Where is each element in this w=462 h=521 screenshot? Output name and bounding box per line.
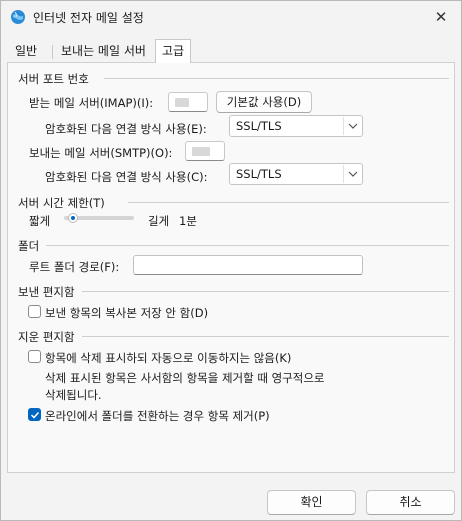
incoming-encryption-value: SSL/TLS (236, 119, 282, 133)
timeout-heading: 서버 시간 제한(T) (18, 196, 105, 210)
timeout-short-label: 짧게 (29, 214, 51, 228)
mark-deleted-note-line1: 삭제 표시된 항목은 사서함의 항목을 제거할 때 영구적으로 (45, 371, 325, 385)
settings-dialog: 인터넷 전자 메일 설정 ✕ 일반 보내는 메일 서버 고급 서버 포트 번호 … (0, 0, 462, 521)
divider (82, 291, 449, 292)
deleted-items-heading: 지운 편지함 (18, 330, 75, 344)
timeout-long-label: 길게 (148, 214, 170, 228)
close-icon: ✕ (434, 8, 448, 26)
window-title: 인터넷 전자 메일 설정 (33, 11, 144, 25)
outgoing-server-label: 보내는 메일 서버(SMTP)(O): (29, 146, 173, 160)
checkmark-icon (30, 411, 40, 419)
redacted-value (175, 98, 189, 107)
ok-button[interactable]: 확인 (267, 490, 356, 515)
outgoing-encryption-select[interactable]: SSL/TLS (229, 163, 363, 185)
outgoing-port-input[interactable] (185, 141, 225, 161)
sent-items-heading: 보낸 편지함 (18, 285, 75, 299)
outgoing-encryption-label: 암호화된 다음 연결 방식 사용(C): (45, 170, 208, 184)
title-bar: 인터넷 전자 메일 설정 ✕ (1, 1, 461, 33)
chevron-down-icon (343, 117, 361, 135)
redacted-value (192, 147, 210, 156)
mark-deleted-checkbox[interactable] (28, 350, 41, 363)
incoming-port-input[interactable] (168, 92, 208, 112)
divider (128, 202, 449, 203)
timeout-slider[interactable] (64, 211, 134, 225)
cancel-button[interactable]: 취소 (366, 490, 455, 515)
root-folder-label: 루트 폴더 경로(F): (29, 260, 120, 274)
slider-thumb[interactable] (68, 213, 78, 223)
close-button[interactable]: ✕ (429, 6, 453, 28)
divider (104, 78, 449, 79)
tab-general[interactable]: 일반 (9, 41, 43, 63)
timeout-value: 1분 (179, 214, 197, 228)
no-copy-checkbox[interactable] (28, 305, 41, 318)
outlook-globe-icon (11, 10, 25, 24)
use-default-button[interactable]: 기본값 사용(D) (216, 91, 312, 113)
tab-outgoing-server[interactable]: 보내는 메일 서버 (55, 41, 152, 63)
server-ports-heading: 서버 포트 번호 (18, 72, 89, 86)
tab-advanced[interactable]: 고급 (155, 39, 192, 63)
mark-deleted-note-line2: 삭제됩니다. (45, 388, 102, 402)
outgoing-encryption-value: SSL/TLS (236, 167, 282, 181)
chevron-down-icon (343, 165, 361, 183)
no-copy-label: 보낸 항목의 복사본 저장 안 함(D) (45, 306, 209, 320)
mark-deleted-label: 항목에 삭제 표시하되 자동으로 이동하지는 않음(K) (45, 351, 292, 365)
root-folder-input[interactable] (133, 255, 363, 275)
divider (82, 336, 449, 337)
purge-items-label: 온라인에서 폴더를 전환하는 경우 항목 제거(P) (45, 409, 270, 423)
incoming-server-label: 받는 메일 서버(IMAP)(I): (29, 96, 154, 110)
incoming-encryption-label: 암호화된 다음 연결 방식 사용(E): (45, 122, 207, 136)
purge-items-checkbox[interactable] (28, 408, 41, 421)
incoming-encryption-select[interactable]: SSL/TLS (229, 115, 363, 137)
folders-heading: 폴더 (18, 239, 40, 253)
advanced-panel: 서버 포트 번호 받는 메일 서버(IMAP)(I): 기본값 사용(D) 암호… (7, 62, 455, 473)
tab-strip: 일반 보내는 메일 서버 고급 (1, 39, 461, 63)
tab-separator (52, 45, 53, 59)
divider (46, 245, 449, 246)
